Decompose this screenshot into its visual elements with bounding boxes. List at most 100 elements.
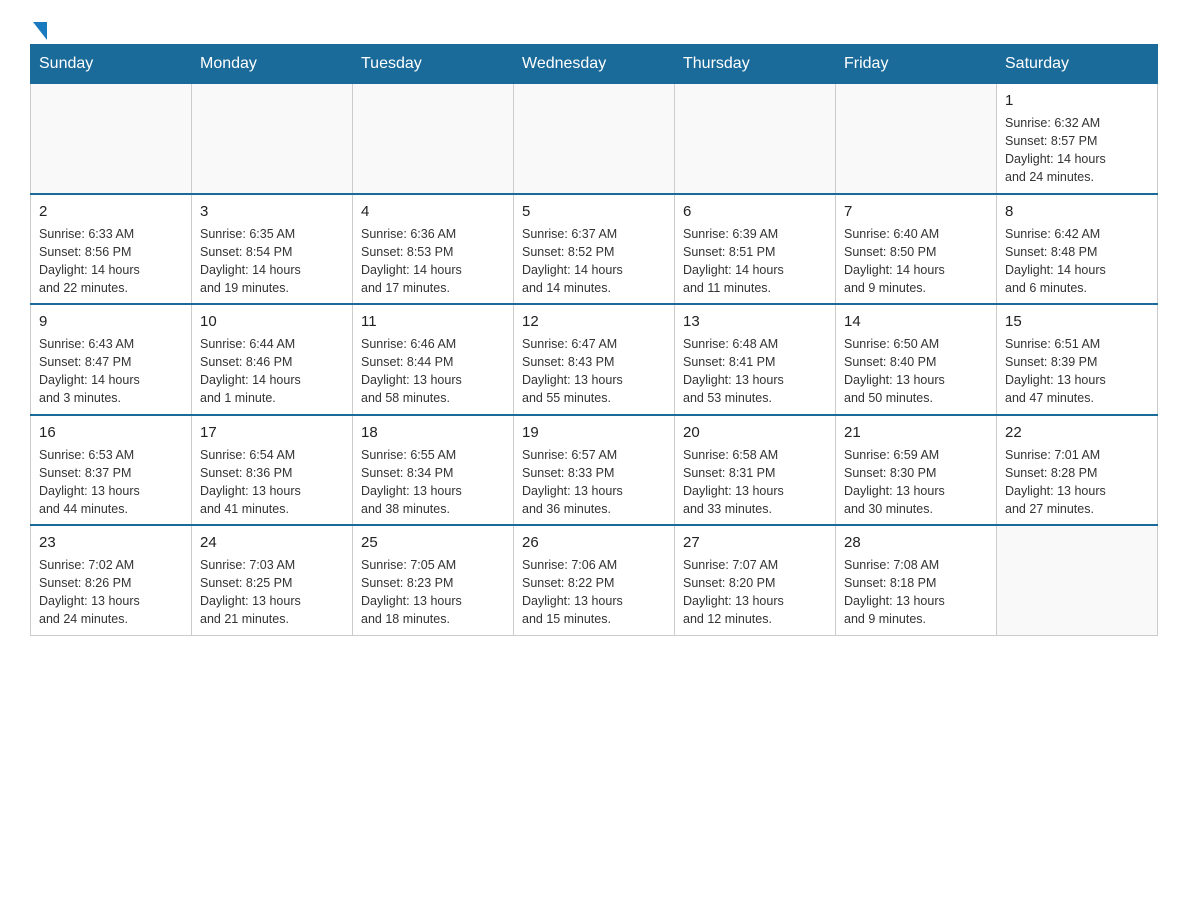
day-info: Sunrise: 6:51 AM Sunset: 8:39 PM Dayligh… xyxy=(1005,335,1149,408)
calendar-cell xyxy=(675,84,836,194)
day-number: 11 xyxy=(361,311,505,332)
day-number: 9 xyxy=(39,311,183,332)
day-number: 1 xyxy=(1005,90,1149,111)
day-info: Sunrise: 6:57 AM Sunset: 8:33 PM Dayligh… xyxy=(522,446,666,519)
calendar-cell: 11 Sunrise: 6:46 AM Sunset: 8:44 PM Dayli… xyxy=(353,304,514,415)
weekday-header-saturday: Saturday xyxy=(997,45,1158,84)
calendar-cell: 19 Sunrise: 6:57 AM Sunset: 8:33 PM Dayli… xyxy=(514,415,675,526)
day-number: 4 xyxy=(361,201,505,222)
day-info: Sunrise: 6:35 AM Sunset: 8:54 PM Dayligh… xyxy=(200,225,344,298)
calendar-cell: 10 Sunrise: 6:44 AM Sunset: 8:46 PM Dayli… xyxy=(192,304,353,415)
day-info: Sunrise: 7:05 AM Sunset: 8:23 PM Dayligh… xyxy=(361,556,505,629)
calendar-cell: 4 Sunrise: 6:36 AM Sunset: 8:53 PM Daylig… xyxy=(353,194,514,305)
day-info: Sunrise: 6:42 AM Sunset: 8:48 PM Dayligh… xyxy=(1005,225,1149,298)
day-number: 25 xyxy=(361,532,505,553)
day-info: Sunrise: 6:39 AM Sunset: 8:51 PM Dayligh… xyxy=(683,225,827,298)
calendar-cell: 6 Sunrise: 6:39 AM Sunset: 8:51 PM Daylig… xyxy=(675,194,836,305)
day-number: 23 xyxy=(39,532,183,553)
day-info: Sunrise: 7:01 AM Sunset: 8:28 PM Dayligh… xyxy=(1005,446,1149,519)
calendar-week-row: 2Sunrise: 6:33 AM Sunset: 8:56 PM Daylig… xyxy=(31,194,1158,305)
day-number: 20 xyxy=(683,422,827,443)
day-number: 28 xyxy=(844,532,988,553)
logo-arrow-icon xyxy=(33,22,47,40)
calendar-cell: 16 Sunrise: 6:53 AM Sunset: 8:37 PM Dayli… xyxy=(31,415,192,526)
day-number: 8 xyxy=(1005,201,1149,222)
weekday-header-wednesday: Wednesday xyxy=(514,45,675,84)
weekday-header-monday: Monday xyxy=(192,45,353,84)
calendar-cell: 25 Sunrise: 7:05 AM Sunset: 8:23 PM Dayli… xyxy=(353,525,514,635)
calendar-cell: 14Sunrise: 6:50 AM Sunset: 8:40 PM Dayli… xyxy=(836,304,997,415)
day-info: Sunrise: 7:03 AM Sunset: 8:25 PM Dayligh… xyxy=(200,556,344,629)
day-info: Sunrise: 6:40 AM Sunset: 8:50 PM Dayligh… xyxy=(844,225,988,298)
day-info: Sunrise: 6:32 AM Sunset: 8:57 PM Dayligh… xyxy=(1005,114,1149,187)
calendar-cell: 24Sunrise: 7:03 AM Sunset: 8:25 PM Dayli… xyxy=(192,525,353,635)
calendar-cell: 13 Sunrise: 6:48 AM Sunset: 8:41 PM Dayli… xyxy=(675,304,836,415)
day-number: 15 xyxy=(1005,311,1149,332)
calendar-cell xyxy=(514,84,675,194)
calendar-week-row: 1 Sunrise: 6:32 AM Sunset: 8:57 PM Daylig… xyxy=(31,84,1158,194)
calendar-cell: 1 Sunrise: 6:32 AM Sunset: 8:57 PM Daylig… xyxy=(997,84,1158,194)
day-info: Sunrise: 6:58 AM Sunset: 8:31 PM Dayligh… xyxy=(683,446,827,519)
calendar-cell: 9 Sunrise: 6:43 AM Sunset: 8:47 PM Daylig… xyxy=(31,304,192,415)
day-info: Sunrise: 6:44 AM Sunset: 8:46 PM Dayligh… xyxy=(200,335,344,408)
day-number: 21 xyxy=(844,422,988,443)
calendar-cell: 8 Sunrise: 6:42 AM Sunset: 8:48 PM Daylig… xyxy=(997,194,1158,305)
day-number: 19 xyxy=(522,422,666,443)
day-info: Sunrise: 7:02 AM Sunset: 8:26 PM Dayligh… xyxy=(39,556,183,629)
day-number: 3 xyxy=(200,201,344,222)
day-number: 13 xyxy=(683,311,827,332)
calendar-cell xyxy=(836,84,997,194)
calendar-cell: 5 Sunrise: 6:37 AM Sunset: 8:52 PM Daylig… xyxy=(514,194,675,305)
day-number: 5 xyxy=(522,201,666,222)
weekday-header-thursday: Thursday xyxy=(675,45,836,84)
calendar-cell xyxy=(353,84,514,194)
day-info: Sunrise: 6:54 AM Sunset: 8:36 PM Dayligh… xyxy=(200,446,344,519)
weekday-header-tuesday: Tuesday xyxy=(353,45,514,84)
day-info: Sunrise: 6:36 AM Sunset: 8:53 PM Dayligh… xyxy=(361,225,505,298)
calendar-cell: 7 Sunrise: 6:40 AM Sunset: 8:50 PM Daylig… xyxy=(836,194,997,305)
page-header xyxy=(30,20,1158,34)
calendar-cell: 17 Sunrise: 6:54 AM Sunset: 8:36 PM Dayli… xyxy=(192,415,353,526)
calendar-cell: 28 Sunrise: 7:08 AM Sunset: 8:18 PM Dayli… xyxy=(836,525,997,635)
day-info: Sunrise: 6:53 AM Sunset: 8:37 PM Dayligh… xyxy=(39,446,183,519)
calendar-cell: 26 Sunrise: 7:06 AM Sunset: 8:22 PM Dayli… xyxy=(514,525,675,635)
day-info: Sunrise: 6:43 AM Sunset: 8:47 PM Dayligh… xyxy=(39,335,183,408)
calendar-cell: 21 Sunrise: 6:59 AM Sunset: 8:30 PM Dayli… xyxy=(836,415,997,526)
day-number: 12 xyxy=(522,311,666,332)
day-info: Sunrise: 6:59 AM Sunset: 8:30 PM Dayligh… xyxy=(844,446,988,519)
day-info: Sunrise: 6:55 AM Sunset: 8:34 PM Dayligh… xyxy=(361,446,505,519)
calendar-cell: 3 Sunrise: 6:35 AM Sunset: 8:54 PM Daylig… xyxy=(192,194,353,305)
calendar-cell xyxy=(192,84,353,194)
day-info: Sunrise: 6:46 AM Sunset: 8:44 PM Dayligh… xyxy=(361,335,505,408)
logo xyxy=(30,20,47,34)
calendar-cell: 20 Sunrise: 6:58 AM Sunset: 8:31 PM Dayli… xyxy=(675,415,836,526)
calendar-cell: 18 Sunrise: 6:55 AM Sunset: 8:34 PM Dayli… xyxy=(353,415,514,526)
calendar-cell: 2Sunrise: 6:33 AM Sunset: 8:56 PM Daylig… xyxy=(31,194,192,305)
day-info: Sunrise: 6:48 AM Sunset: 8:41 PM Dayligh… xyxy=(683,335,827,408)
day-info: Sunrise: 6:37 AM Sunset: 8:52 PM Dayligh… xyxy=(522,225,666,298)
calendar-cell: 12 Sunrise: 6:47 AM Sunset: 8:43 PM Dayli… xyxy=(514,304,675,415)
calendar-cell: 27 Sunrise: 7:07 AM Sunset: 8:20 PM Dayli… xyxy=(675,525,836,635)
day-number: 26 xyxy=(522,532,666,553)
calendar-week-row: 23 Sunrise: 7:02 AM Sunset: 8:26 PM Dayli… xyxy=(31,525,1158,635)
day-info: Sunrise: 7:07 AM Sunset: 8:20 PM Dayligh… xyxy=(683,556,827,629)
day-number: 18 xyxy=(361,422,505,443)
calendar-week-row: 16 Sunrise: 6:53 AM Sunset: 8:37 PM Dayli… xyxy=(31,415,1158,526)
calendar-cell: 22Sunrise: 7:01 AM Sunset: 8:28 PM Dayli… xyxy=(997,415,1158,526)
day-info: Sunrise: 7:08 AM Sunset: 8:18 PM Dayligh… xyxy=(844,556,988,629)
calendar-cell xyxy=(997,525,1158,635)
day-number: 27 xyxy=(683,532,827,553)
day-info: Sunrise: 7:06 AM Sunset: 8:22 PM Dayligh… xyxy=(522,556,666,629)
day-info: Sunrise: 6:50 AM Sunset: 8:40 PM Dayligh… xyxy=(844,335,988,408)
day-number: 17 xyxy=(200,422,344,443)
calendar-cell: 15 Sunrise: 6:51 AM Sunset: 8:39 PM Dayli… xyxy=(997,304,1158,415)
day-number: 7 xyxy=(844,201,988,222)
weekday-header-sunday: Sunday xyxy=(31,45,192,84)
day-number: 10 xyxy=(200,311,344,332)
weekday-header-row: SundayMondayTuesdayWednesdayThursdayFrid… xyxy=(31,45,1158,84)
day-info: Sunrise: 6:47 AM Sunset: 8:43 PM Dayligh… xyxy=(522,335,666,408)
day-number: 16 xyxy=(39,422,183,443)
day-number: 2 xyxy=(39,201,183,222)
day-number: 6 xyxy=(683,201,827,222)
logo-general xyxy=(30,20,47,40)
